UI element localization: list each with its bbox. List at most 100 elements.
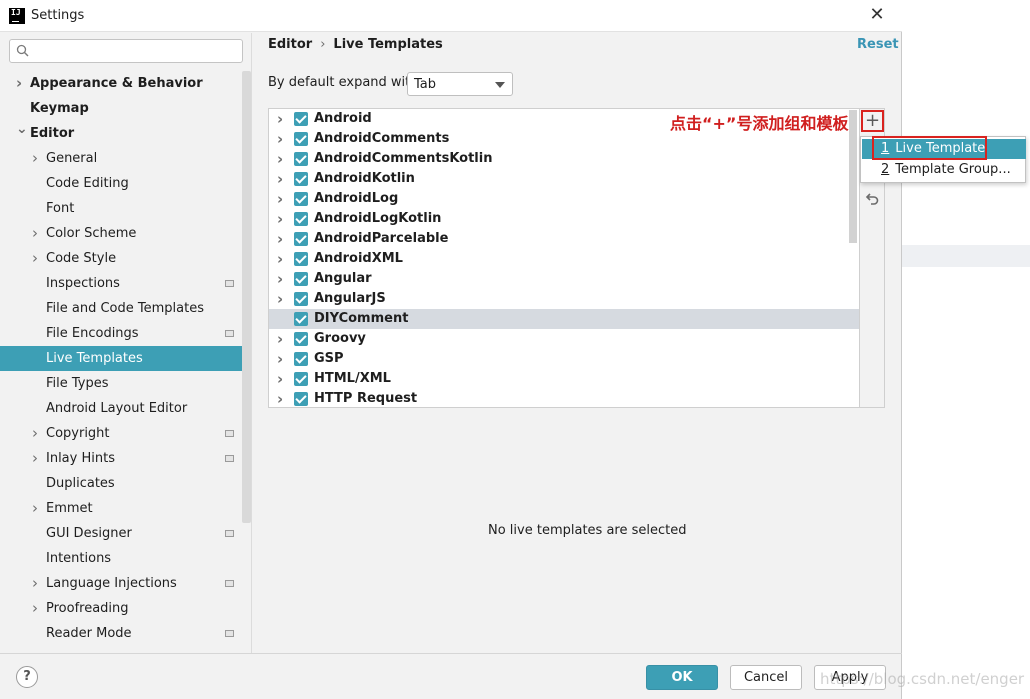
- chevron-right-icon[interactable]: ›: [32, 146, 42, 171]
- chevron-right-icon[interactable]: ›: [32, 246, 42, 271]
- sidebar-item[interactable]: › Appearance & Behavior: [0, 71, 250, 96]
- sidebar-item[interactable]: › Code Style: [0, 246, 250, 271]
- sidebar-item[interactable]: › Emmet: [0, 496, 250, 521]
- sidebar-item[interactable]: Reader Mode: [0, 621, 250, 646]
- project-level-icon: [225, 530, 234, 537]
- chevron-right-icon[interactable]: ›: [32, 221, 42, 246]
- project-level-icon: [225, 455, 234, 462]
- sidebar-item[interactable]: › Language Injections: [0, 571, 250, 596]
- chevron-right-icon[interactable]: ›: [277, 349, 287, 369]
- chevron-right-icon[interactable]: ›: [277, 369, 287, 389]
- enabled-checkbox[interactable]: [294, 312, 308, 326]
- template-group-row[interactable]: › AndroidCommentsKotlin: [269, 149, 859, 169]
- enabled-checkbox[interactable]: [294, 392, 308, 406]
- enabled-checkbox[interactable]: [294, 232, 308, 246]
- expand-with-dropdown[interactable]: Tab: [407, 72, 513, 96]
- sidebar-item[interactable]: Duplicates: [0, 471, 250, 496]
- chevron-right-icon[interactable]: ›: [277, 189, 287, 209]
- enabled-checkbox[interactable]: [294, 252, 308, 266]
- sidebar-item[interactable]: Android Layout Editor: [0, 396, 250, 421]
- chevron-right-icon[interactable]: ›: [32, 421, 42, 446]
- chevron-right-icon[interactable]: ›: [16, 71, 26, 96]
- template-group-row[interactable]: › AndroidLogKotlin: [269, 209, 859, 229]
- template-group-row[interactable]: › Angular: [269, 269, 859, 289]
- menu-item-template-group[interactable]: 2 Template Group...: [862, 160, 1026, 180]
- menu-item-label: Template Group...: [895, 162, 1011, 177]
- sidebar-item[interactable]: File Encodings: [0, 321, 250, 346]
- enabled-checkbox[interactable]: [294, 352, 308, 366]
- chevron-right-icon[interactable]: ›: [277, 209, 287, 229]
- ok-button[interactable]: OK: [646, 665, 718, 690]
- window-title: Settings: [31, 8, 85, 23]
- close-icon[interactable]: ✕: [866, 4, 888, 26]
- menu-item-mnemonic: 2: [881, 162, 890, 177]
- enabled-checkbox[interactable]: [294, 112, 308, 126]
- sidebar-item[interactable]: › Proofreading: [0, 596, 250, 621]
- sidebar-item-label: Font: [46, 201, 75, 216]
- sidebar-item[interactable]: › Inlay Hints: [0, 446, 250, 471]
- sidebar-item[interactable]: Code Editing: [0, 171, 250, 196]
- enabled-checkbox[interactable]: [294, 292, 308, 306]
- template-group-row[interactable]: › AndroidLog: [269, 189, 859, 209]
- editor-line-highlight: [902, 245, 1030, 267]
- sidebar-item[interactable]: ⌄ Editor: [0, 121, 250, 146]
- chevron-right-icon[interactable]: ›: [32, 571, 42, 596]
- sidebar-item[interactable]: File and Code Templates: [0, 296, 250, 321]
- enabled-checkbox[interactable]: [294, 192, 308, 206]
- chevron-right-icon[interactable]: ›: [277, 169, 287, 189]
- template-group-row[interactable]: › HTTP Request: [269, 389, 859, 407]
- sidebar-scrollbar[interactable]: [242, 71, 251, 523]
- chevron-right-icon[interactable]: ›: [277, 129, 287, 149]
- sidebar-item[interactable]: Live Templates: [0, 346, 250, 371]
- template-group-row[interactable]: › AndroidXML: [269, 249, 859, 269]
- enabled-checkbox[interactable]: [294, 172, 308, 186]
- template-group-row[interactable]: › AndroidParcelable: [269, 229, 859, 249]
- cancel-button[interactable]: Cancel: [730, 665, 802, 690]
- search-input[interactable]: [36, 42, 236, 60]
- template-group-row[interactable]: › AngularJS: [269, 289, 859, 309]
- footer-divider: [0, 653, 902, 654]
- breadcrumb-parent[interactable]: Editor: [268, 37, 312, 52]
- help-button[interactable]: ?: [16, 666, 38, 688]
- enabled-checkbox[interactable]: [294, 212, 308, 226]
- template-group-row[interactable]: › GSP: [269, 349, 859, 369]
- chevron-right-icon[interactable]: ›: [277, 329, 287, 349]
- add-button[interactable]: +: [861, 110, 884, 132]
- undo-icon[interactable]: [864, 190, 880, 206]
- enabled-checkbox[interactable]: [294, 332, 308, 346]
- sidebar-item[interactable]: Font: [0, 196, 250, 221]
- intellij-app-icon: IJ: [9, 8, 25, 24]
- settings-search-field[interactable]: [9, 39, 243, 63]
- enabled-checkbox[interactable]: [294, 272, 308, 286]
- chevron-right-icon[interactable]: ›: [277, 389, 287, 407]
- sidebar-item[interactable]: File Types: [0, 371, 250, 396]
- chevron-right-icon[interactable]: ›: [277, 269, 287, 289]
- chevron-down-icon[interactable]: ⌄: [16, 117, 28, 142]
- chevron-right-icon[interactable]: ›: [32, 446, 42, 471]
- chevron-right-icon[interactable]: ›: [32, 496, 42, 521]
- sidebar-item[interactable]: › Copyright: [0, 421, 250, 446]
- breadcrumb-current: Live Templates: [333, 37, 443, 52]
- chevron-right-icon[interactable]: ›: [277, 289, 287, 309]
- sidebar-item[interactable]: GUI Designer: [0, 521, 250, 546]
- template-group-name: AndroidLog: [314, 191, 399, 206]
- sidebar-item-label: Inlay Hints: [46, 451, 115, 466]
- template-group-row[interactable]: › Groovy: [269, 329, 859, 349]
- enabled-checkbox[interactable]: [294, 152, 308, 166]
- sidebar-item[interactable]: › Color Scheme: [0, 221, 250, 246]
- template-group-row[interactable]: › HTML/XML: [269, 369, 859, 389]
- sidebar-item[interactable]: Inspections: [0, 271, 250, 296]
- template-group-row[interactable]: DIYComment: [269, 309, 859, 329]
- template-group-row[interactable]: › AndroidKotlin: [269, 169, 859, 189]
- chevron-right-icon[interactable]: ›: [32, 596, 42, 621]
- chevron-right-icon[interactable]: ›: [277, 249, 287, 269]
- chevron-right-icon[interactable]: ›: [277, 109, 287, 129]
- sidebar-item[interactable]: › General: [0, 146, 250, 171]
- reset-link[interactable]: Reset: [857, 37, 899, 52]
- chevron-right-icon[interactable]: ›: [277, 229, 287, 249]
- sidebar-item[interactable]: Keymap: [0, 96, 250, 121]
- chevron-right-icon[interactable]: ›: [277, 149, 287, 169]
- sidebar-item[interactable]: Intentions: [0, 546, 250, 571]
- enabled-checkbox[interactable]: [294, 132, 308, 146]
- enabled-checkbox[interactable]: [294, 372, 308, 386]
